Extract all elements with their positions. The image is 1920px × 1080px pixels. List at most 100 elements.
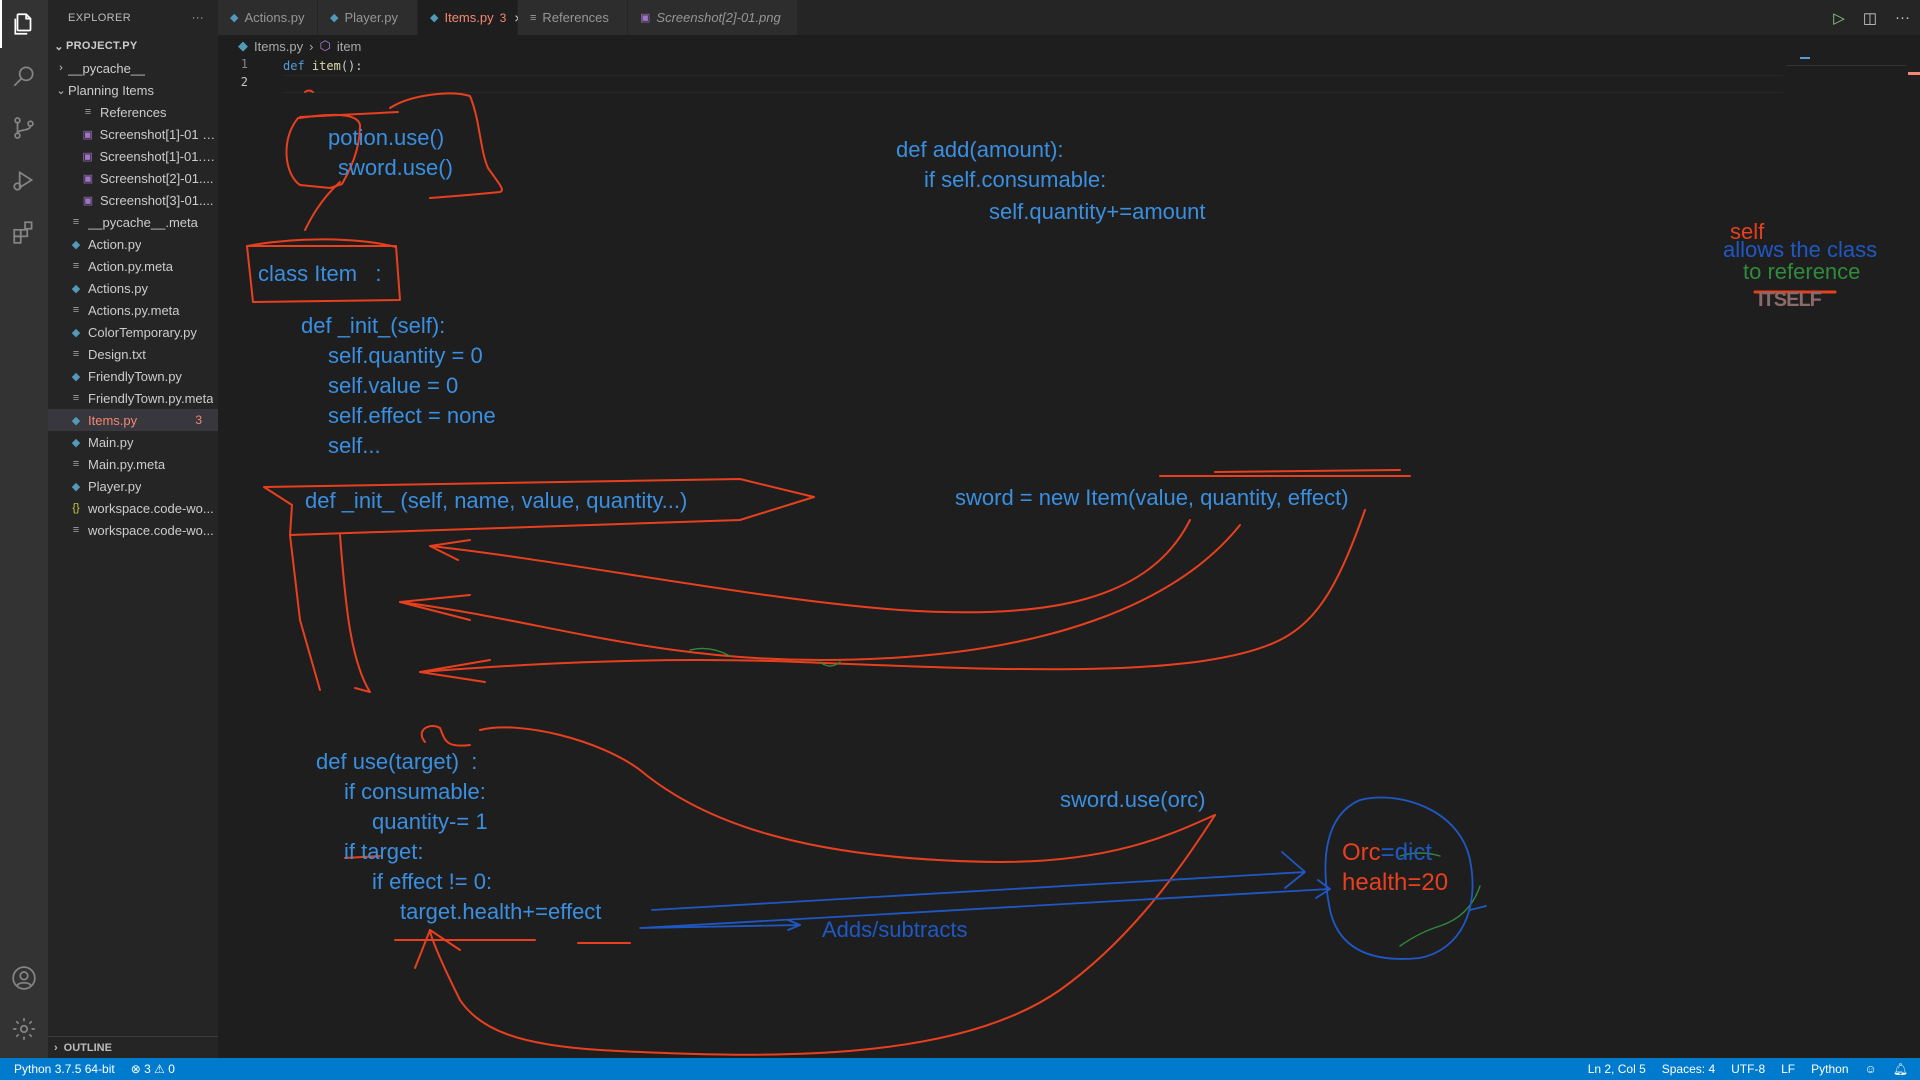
orc-label: Orc=dict [1342,839,1433,866]
image-icon: ▣ [82,194,94,207]
tree-file[interactable]: ◆ Player.py [48,475,218,497]
handwritten-note: if self.consumable: [924,167,1107,192]
code-line[interactable]: def item(): [283,57,363,75]
editor-tab-bar: ◆Actions.py◆Player.py◆Items.py3×≡Referen… [218,0,1920,35]
explorer-title: EXPLORER [68,11,132,24]
tree-file[interactable]: ≡ References [48,101,218,123]
code-line[interactable] [283,75,363,93]
settings-gear-icon[interactable] [0,1005,48,1053]
error-icon: ⊗ [130,1062,141,1076]
tab-items-py[interactable]: ◆Items.py3× [418,0,522,35]
outline-section[interactable]: › OUTLINE [48,1036,218,1058]
tree-file[interactable]: ◆ ColorTemporary.py [48,321,218,343]
more-actions-icon[interactable]: ··· [1895,9,1910,26]
tree-file[interactable]: ▣ Screenshot[3]-01.... [48,189,218,211]
breadcrumb-symbol[interactable]: item [337,39,362,54]
encoding[interactable]: UTF-8 [1723,1062,1773,1076]
handwritten-note: potion.use() [328,125,445,150]
line-number: 1 [240,57,248,71]
file-tree: › __pycache__ ⌄ Planning Items ≡ References ▣ S… [48,57,218,541]
breadcrumb: ◆ Items.py › ⬡ item [218,35,361,57]
tree-file[interactable]: ≡ Design.txt [48,343,218,365]
tab-actions-py[interactable]: ◆ Actions.py [218,0,318,35]
orc-health-label: health=20 [1342,869,1449,896]
handwritten-note: self.value = 0 [328,373,459,398]
cursor-position[interactable]: Ln 2, Col 5 [1580,1062,1654,1076]
line-number: 2 [240,75,248,89]
tab-references[interactable]: ≡ References [518,0,628,35]
tree-file[interactable]: ◆ Main.py [48,431,218,453]
tree-file[interactable]: {} workspace.code-wo... [48,497,218,519]
handwritten-note: def _init_ (self, name, value, quantity.… [305,488,688,513]
tree-file[interactable]: ≡ Main.py.meta [48,453,218,475]
file-txt-icon: ≡ [72,216,80,228]
tree-file[interactable]: ▣ Screenshot[2]-01.... [48,167,218,189]
python-icon: ◆ [71,326,81,339]
python-icon: ◆ [71,414,81,427]
python-file-icon: ◆ [238,38,248,53]
run-python-icon[interactable]: ▷ [1833,9,1845,27]
problems-count[interactable]: ⊗ 3 ⚠ 0 [123,1062,183,1076]
tree-file[interactable]: ≡ Actions.py.meta [48,299,218,321]
status-bar: Python 3.7.5 64-bit ⊗ 3 ⚠ 0 Ln 2, Col 5 … [0,1058,1920,1080]
image-icon: ▣ [82,150,93,163]
handwritten-note: def use(target) : [316,749,478,774]
code-function-name: item [311,59,341,73]
indentation[interactable]: Spaces: 4 [1654,1062,1723,1076]
python-icon: ◆ [430,12,439,24]
tree-file[interactable]: ≡ Action.py.meta [48,255,218,277]
tree-file[interactable]: ▣ Screenshot[1]-01 c... [48,123,219,145]
file-txt-icon: ≡ [84,106,92,118]
tree-file[interactable]: ≡ FriendlyTown.py.meta [48,387,218,409]
file-txt-icon: ≡ [72,260,80,272]
explorer-header: EXPLORER ··· [48,0,218,35]
problem-count: 3 [499,10,507,25]
language-mode[interactable]: Python [1803,1062,1856,1076]
code-editor[interactable]: def item(): [283,57,363,93]
handwritten-note: Adds/subtracts [822,917,968,942]
more-actions-icon[interactable]: ··· [192,12,204,24]
split-editor-icon[interactable]: ◫ [1863,9,1877,27]
tab-player-py[interactable]: ◆ Player.py [318,0,418,35]
feedback-icon[interactable]: ☺ [1857,1062,1885,1076]
image-icon: ▣ [82,172,94,185]
python-icon: ◆ [71,480,81,493]
handwritten-note: if consumable: [344,779,486,804]
tree-file[interactable]: ≡ __pycache__.meta [48,211,218,233]
tab-screenshot-2-01-png[interactable]: ▣ Screenshot[2]-01.png [628,0,798,35]
tree-file[interactable]: ▣ Screenshot[1]-01.p... [48,145,218,167]
minimap[interactable] [1786,57,1906,1057]
tree-folder[interactable]: › __pycache__ [48,57,218,79]
handwritten-note: self.quantity+=amount [989,199,1206,224]
handwritten-note: sword.use(orc) [1060,787,1206,812]
tree-file[interactable]: ◆ Items.py 3 [48,409,218,431]
image-icon: ▣ [640,12,651,24]
project-root-folder[interactable]: ⌄ PROJECT.PY [48,35,218,57]
tree-file[interactable]: ◆ FriendlyTown.py [48,365,218,387]
chevron-right-icon: › [54,1041,58,1054]
drawing-overlay: potion.use() sword.use() class Item : def _… [0,0,1920,1058]
extensions-icon[interactable] [0,208,48,256]
tree-file[interactable]: ◆ Actions.py [48,277,218,299]
current-line-highlight [283,75,1783,93]
search-icon[interactable] [0,52,48,100]
end-of-line[interactable]: LF [1773,1062,1803,1076]
python-interpreter[interactable]: Python 3.7.5 64-bit [0,1062,123,1076]
notifications-bell-icon[interactable]: 🔔︎ [1885,1062,1920,1076]
tree-file[interactable]: ◆ Action.py [48,233,218,255]
tree-file[interactable]: ≡ workspace.code-wo... [48,519,218,541]
python-icon: ◆ [71,282,81,295]
python-icon: ◆ [230,12,239,24]
file-txt-icon: ≡ [72,348,80,360]
error-scroll-marker [1908,72,1920,75]
code-punctuation: (): [340,59,363,73]
breadcrumb-file[interactable]: Items.py [254,39,303,54]
tree-folder[interactable]: ⌄ Planning Items [48,79,218,101]
explorer-icon[interactable] [0,0,48,48]
account-icon[interactable] [0,954,48,1002]
file-txt-icon: ≡ [72,458,80,470]
note-self: self [1730,219,1765,244]
file-txt-icon: ≡ [72,304,80,316]
run-debug-icon[interactable] [0,156,48,204]
source-control-icon[interactable] [0,104,48,152]
